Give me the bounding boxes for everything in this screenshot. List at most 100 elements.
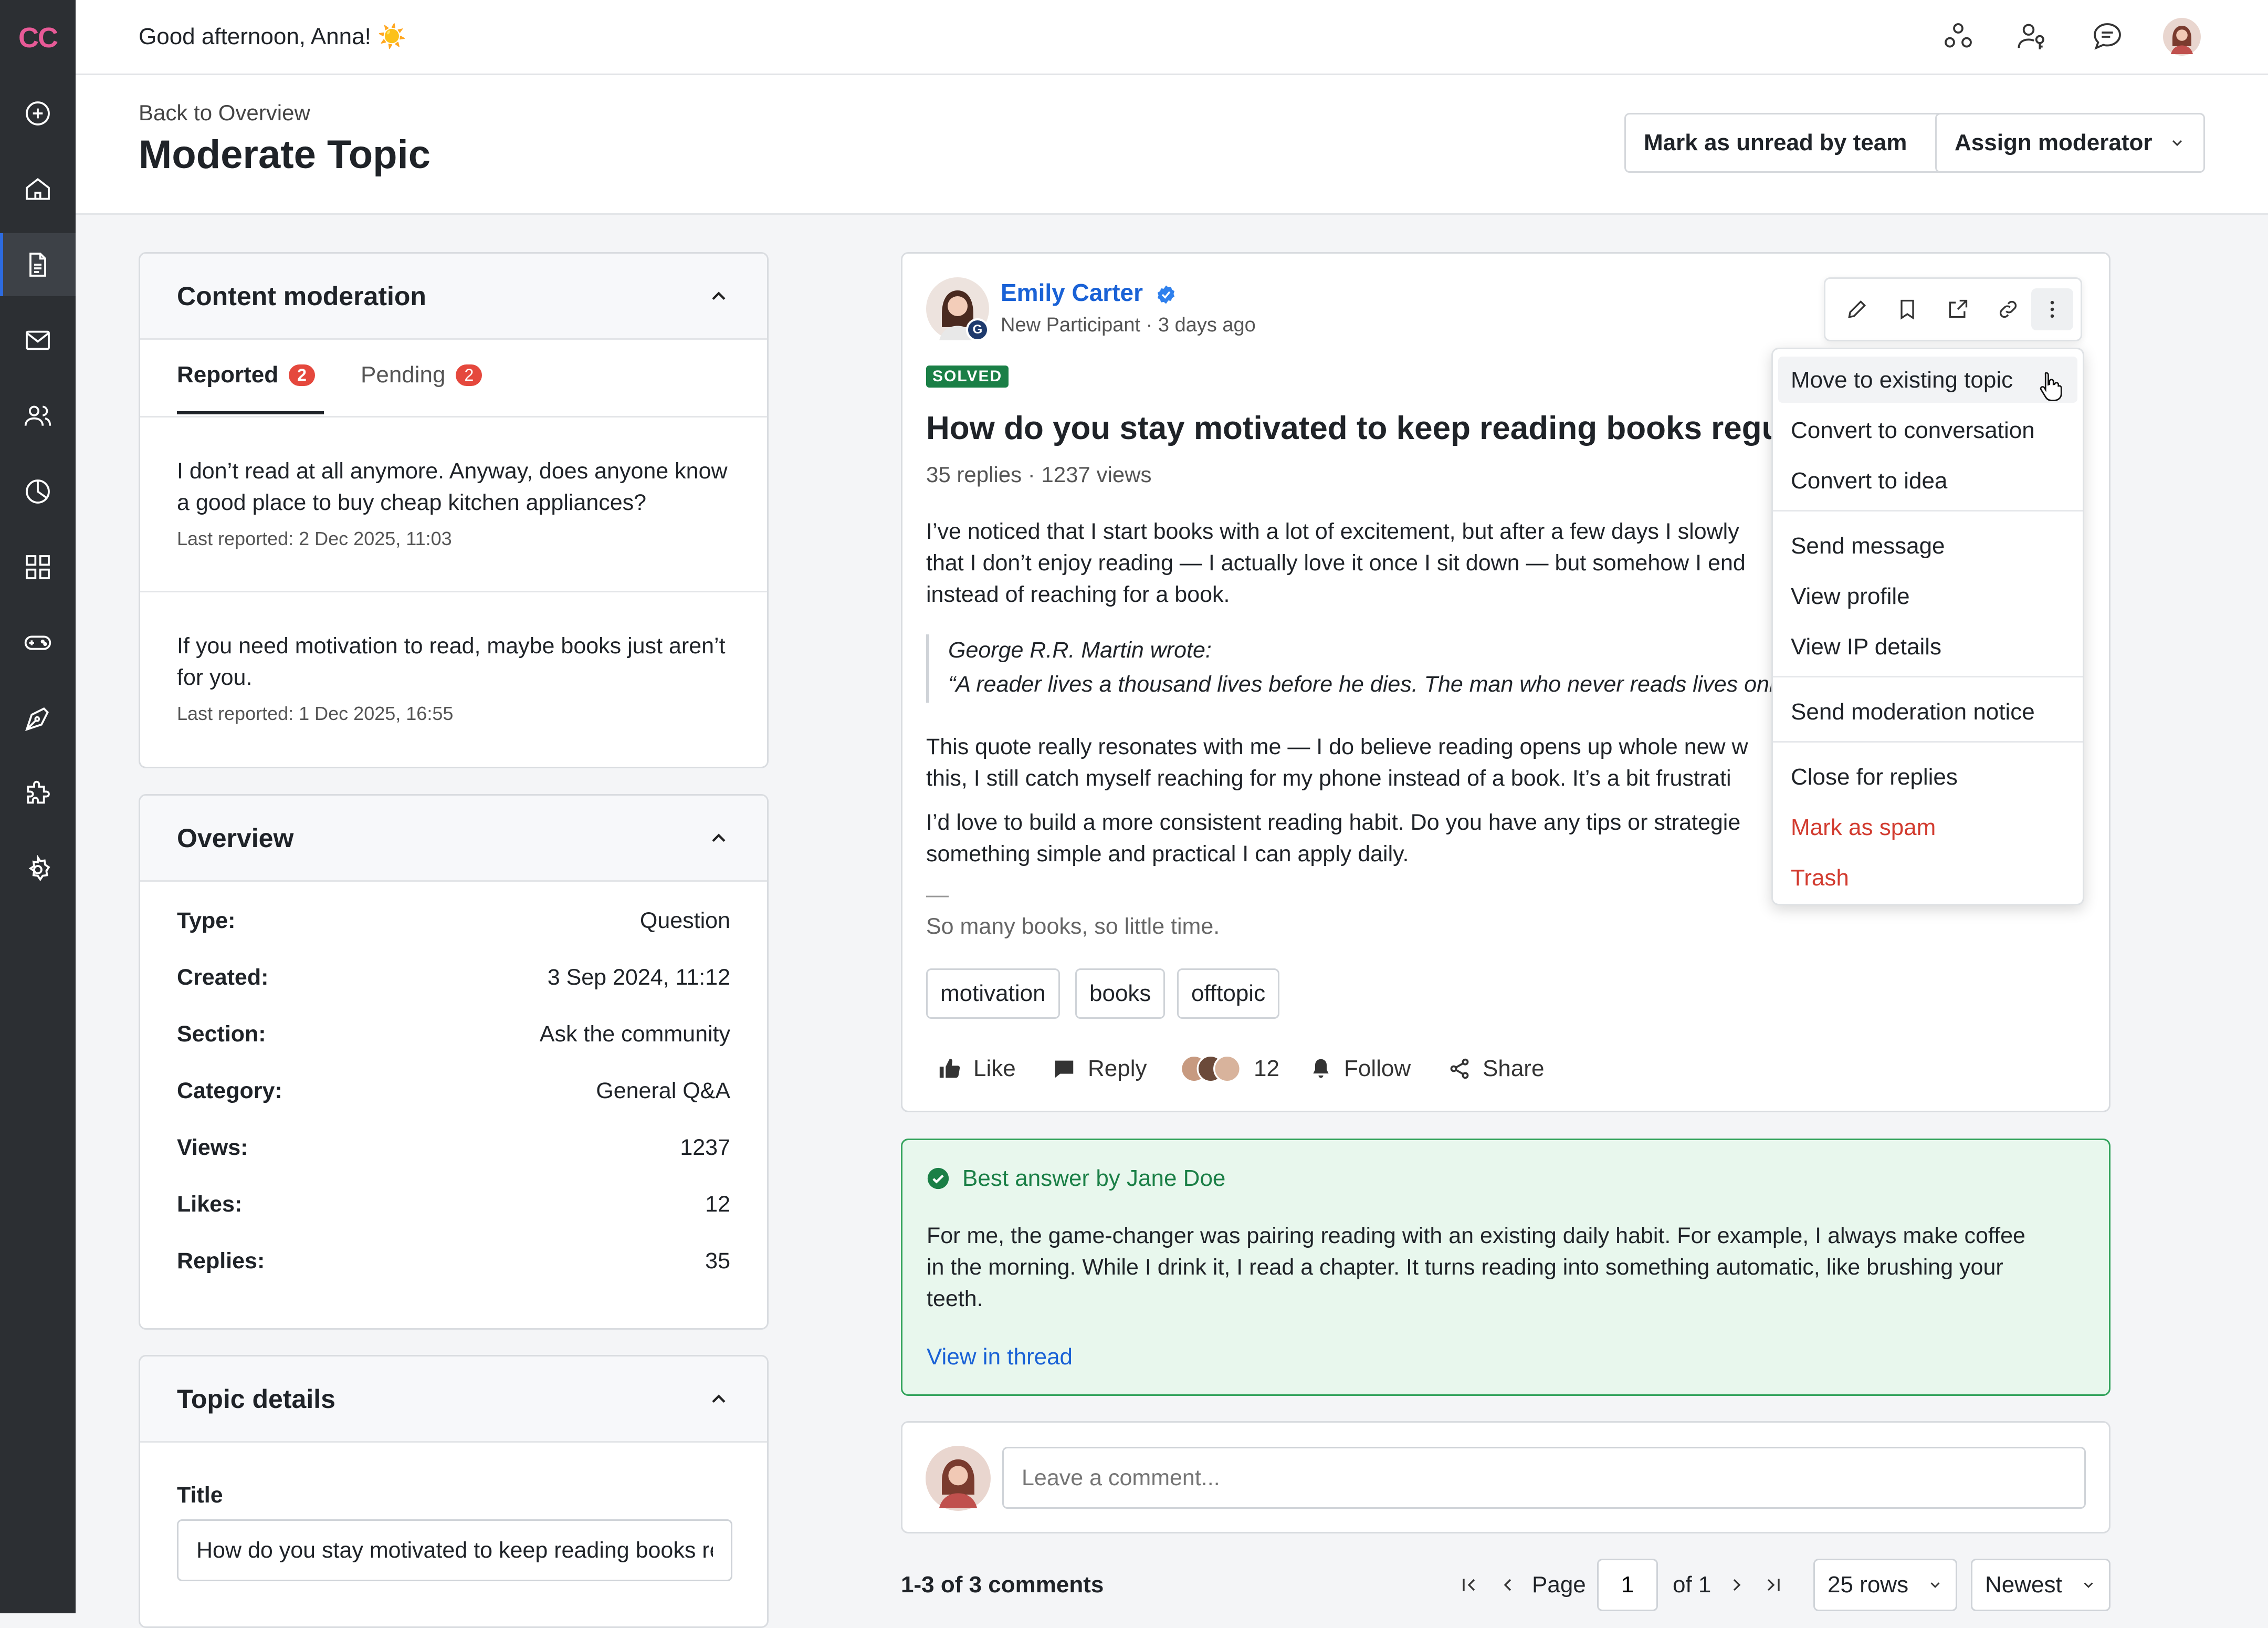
menu-item-send-message[interactable]: Send message bbox=[1791, 524, 1945, 569]
first-page-icon[interactable] bbox=[1458, 1559, 1479, 1611]
row-value: Question bbox=[639, 907, 730, 933]
prev-page-icon[interactable] bbox=[1497, 1559, 1518, 1611]
sidebar-item-gamification[interactable] bbox=[0, 611, 76, 674]
comment-input[interactable] bbox=[1002, 1447, 2086, 1509]
menu-item-moderation-notice[interactable]: Send moderation notice bbox=[1791, 690, 2035, 735]
menu-item-convert-conversation[interactable]: Convert to conversation bbox=[1791, 408, 2035, 453]
mark-unread-label: Mark as unread by team bbox=[1644, 130, 1907, 155]
menu-item-view-ip[interactable]: View IP details bbox=[1791, 624, 1941, 670]
avatar bbox=[926, 1446, 991, 1511]
like-label: Like bbox=[973, 1056, 1016, 1081]
tag[interactable]: offtopic bbox=[1177, 968, 1280, 1019]
back-link[interactable]: Back to Overview bbox=[139, 100, 310, 126]
comments-summary: 1-3 of 3 comments bbox=[901, 1572, 1104, 1598]
sidebar-item-analytics[interactable] bbox=[0, 460, 76, 523]
tab-pending[interactable]: Pending 2 bbox=[361, 362, 482, 388]
row-value: 3 Sep 2024, 11:12 bbox=[547, 964, 730, 990]
overview-row: Section: Ask the community bbox=[140, 1006, 767, 1062]
reply-icon bbox=[1052, 1057, 1076, 1081]
bell-icon bbox=[1309, 1057, 1332, 1080]
count-badge: 2 bbox=[456, 364, 482, 386]
tag[interactable]: motivation bbox=[926, 968, 1060, 1019]
user-key-icon[interactable] bbox=[2014, 18, 2052, 56]
sidebar-item-create[interactable] bbox=[0, 82, 76, 145]
overview-row: Created: 3 Sep 2024, 11:12 bbox=[140, 949, 767, 1006]
menu-item-close-replies[interactable]: Close for replies bbox=[1791, 755, 1958, 800]
next-page-icon[interactable] bbox=[1726, 1559, 1747, 1611]
text-line: something simple and practical I can app… bbox=[926, 841, 1409, 867]
open-external-icon[interactable] bbox=[1937, 288, 1979, 330]
tag[interactable]: books bbox=[1075, 968, 1166, 1019]
chevron-up-icon[interactable] bbox=[707, 1387, 730, 1411]
menu-item-convert-idea[interactable]: Convert to idea bbox=[1791, 458, 1947, 504]
sort-select[interactable]: Newest bbox=[1971, 1559, 2110, 1611]
community-icon[interactable] bbox=[1939, 18, 1977, 56]
chevron-up-icon[interactable] bbox=[707, 285, 730, 308]
menu-item-trash[interactable]: Trash bbox=[1791, 855, 1849, 901]
best-answer-text: For me, the game-changer was pairing rea… bbox=[927, 1220, 2092, 1314]
settings-icon bbox=[23, 855, 52, 884]
top-bar: Good afternoon, Anna! ☀️ bbox=[76, 0, 2268, 75]
sidebar-item-settings[interactable] bbox=[0, 838, 76, 901]
text-line: instead of reaching for a book. bbox=[926, 582, 1230, 607]
topic-details-header[interactable]: Topic details bbox=[140, 1356, 767, 1443]
title-input[interactable] bbox=[177, 1519, 732, 1581]
edit-icon[interactable] bbox=[1836, 288, 1878, 330]
avatar[interactable] bbox=[2163, 18, 2201, 56]
chat-icon[interactable] bbox=[2088, 18, 2126, 56]
share-button[interactable]: Share bbox=[1448, 1050, 1544, 1087]
reply-button[interactable]: Reply bbox=[1052, 1050, 1147, 1087]
sidebar-item-integrations[interactable] bbox=[0, 763, 76, 826]
users-icon bbox=[23, 401, 52, 431]
text-line: this, I still catch myself reaching for … bbox=[926, 766, 1731, 791]
sidebar-item-design[interactable] bbox=[0, 687, 76, 750]
follow-button[interactable]: Follow bbox=[1309, 1050, 1411, 1087]
author-name[interactable]: Emily Carter bbox=[1001, 278, 1177, 307]
topic-details-card: Topic details Title bbox=[139, 1355, 769, 1628]
page-header: Back to Overview Moderate Topic Mark as … bbox=[76, 75, 2268, 215]
hand-cursor-icon bbox=[2036, 370, 2064, 402]
signature: So many books, so little time. bbox=[926, 914, 1220, 939]
overview-row: Views: 1237 bbox=[140, 1119, 767, 1176]
assign-moderator-button[interactable]: Assign moderator bbox=[1935, 113, 2205, 173]
overview-header[interactable]: Overview bbox=[140, 796, 767, 882]
text-line: teeth. bbox=[927, 1286, 983, 1311]
sidebar-item-users[interactable] bbox=[0, 384, 76, 447]
sidebar-item-apps[interactable] bbox=[0, 536, 76, 599]
add-icon bbox=[23, 99, 52, 128]
like-button[interactable]: Like bbox=[938, 1050, 1016, 1087]
menu-item-mark-spam[interactable]: Mark as spam bbox=[1791, 805, 1936, 850]
menu-divider bbox=[1773, 741, 2083, 743]
rows-per-page-select[interactable]: 25 rows bbox=[1813, 1559, 1957, 1611]
more-vertical-icon[interactable] bbox=[2031, 288, 2073, 330]
menu-item-move-topic[interactable]: Move to existing topic bbox=[1791, 358, 2013, 403]
assign-moderator-label: Assign moderator bbox=[1955, 130, 2152, 155]
analytics-icon bbox=[23, 477, 52, 506]
page-number-input[interactable] bbox=[1597, 1559, 1658, 1611]
menu-item-view-profile[interactable]: View profile bbox=[1791, 574, 1910, 619]
post-paragraph: I’ve noticed that I start books with a l… bbox=[926, 516, 1766, 610]
greeting: Good afternoon, Anna! ☀️ bbox=[139, 24, 406, 49]
likers-avatars bbox=[1179, 1055, 1242, 1083]
overview-row: Category: General Q&A bbox=[140, 1062, 767, 1119]
row-value: 12 bbox=[705, 1191, 730, 1217]
last-page-icon[interactable] bbox=[1763, 1559, 1784, 1611]
view-in-thread-link[interactable]: View in thread bbox=[927, 1344, 1073, 1370]
report-item[interactable]: If you need motivation to read, maybe bo… bbox=[140, 592, 767, 767]
likers-group[interactable]: 12 bbox=[1179, 1050, 1279, 1087]
rows-value: 25 rows bbox=[1828, 1572, 1909, 1598]
report-item[interactable]: I don’t read at all anymore. Anyway, doe… bbox=[140, 418, 767, 592]
link-icon[interactable] bbox=[1987, 288, 2029, 330]
reply-label: Reply bbox=[1088, 1056, 1147, 1081]
group-badge: G bbox=[966, 318, 989, 341]
chevron-up-icon[interactable] bbox=[707, 827, 730, 850]
app-logo[interactable]: CC bbox=[0, 16, 76, 60]
tab-reported[interactable]: Reported 2 bbox=[177, 362, 315, 388]
sidebar-item-inbox[interactable] bbox=[0, 309, 76, 372]
bookmark-icon[interactable] bbox=[1886, 288, 1928, 330]
sidebar-item-home[interactable] bbox=[0, 158, 76, 221]
content-moderation-header[interactable]: Content moderation bbox=[140, 254, 767, 340]
sidebar-item-content[interactable] bbox=[0, 233, 76, 296]
overview-row: Replies: 35 bbox=[140, 1233, 767, 1289]
page-count: of 1 bbox=[1673, 1572, 1712, 1598]
